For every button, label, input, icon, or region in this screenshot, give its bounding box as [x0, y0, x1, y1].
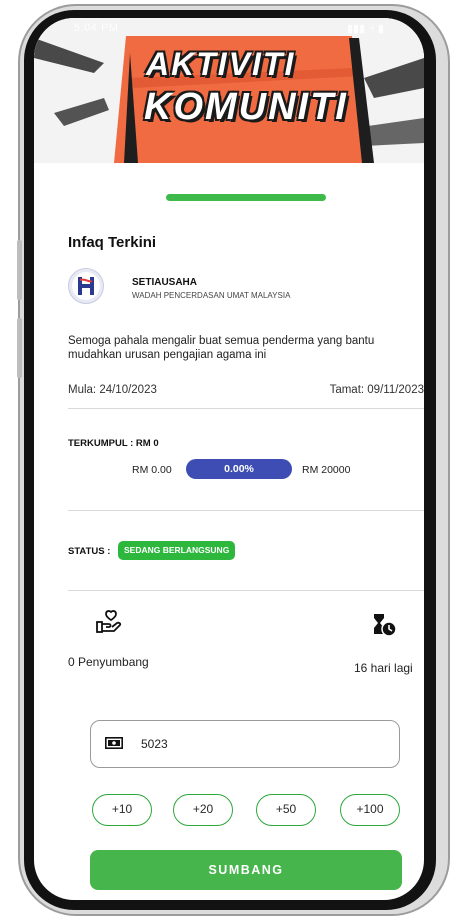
donation-hand-icon	[96, 610, 122, 633]
campaign-description: Semoga pahala mengalir buat semua pender…	[68, 335, 375, 361]
quick-amount-50-button[interactable]: +50	[256, 794, 316, 826]
donor-count: 0 Penyumbang	[68, 655, 149, 669]
target-amount: RM 20000	[302, 464, 351, 476]
banner: AKTIVITI KOMUNITI 5:04 PM ▮▮▮ ◔ ▮	[34, 18, 424, 163]
divider	[68, 510, 424, 511]
status-bar: 5:04 PM ▮▮▮ ◔ ▮	[34, 18, 424, 40]
amount-input[interactable]	[141, 733, 381, 755]
start-date: Mula: 24/10/2023	[68, 384, 157, 396]
status-badge: SEDANG BERLANGSUNG	[118, 541, 236, 560]
volume-up-button	[17, 240, 22, 300]
sheet-drag-handle[interactable]	[166, 194, 326, 201]
organization-logo-icon	[72, 272, 100, 300]
organization-name: SETIAUSAHA	[132, 277, 198, 288]
status-label: STATUS :	[68, 546, 111, 557]
donate-button[interactable]: SUMBANG	[90, 850, 402, 890]
days-remaining: 16 hari lagi	[354, 661, 413, 675]
app-screen: AKTIVITI KOMUNITI 5:04 PM ▮▮▮ ◔ ▮ Infaq …	[34, 18, 424, 900]
collected-amount: RM 0.00	[132, 464, 172, 476]
quick-amount-10-button[interactable]: +10	[92, 794, 152, 826]
divider	[68, 408, 424, 409]
collected-label: TERKUMPUL : RM 0	[68, 438, 159, 449]
hourglass-timer-icon	[374, 614, 397, 637]
volume-down-button	[17, 318, 22, 378]
divider	[68, 590, 424, 591]
quick-amount-100-button[interactable]: +100	[340, 794, 400, 826]
progress-bar: 0.00%	[186, 459, 292, 479]
organization-logo	[68, 268, 104, 304]
quick-amount-20-button[interactable]: +20	[173, 794, 233, 826]
amount-field[interactable]	[90, 720, 400, 768]
cash-icon	[105, 737, 123, 749]
status-icons: ▮▮▮ ◔ ▮	[347, 23, 384, 35]
end-date: Tamat: 09/11/2023	[329, 384, 424, 396]
section-title: Infaq Terkini	[68, 234, 157, 251]
status-time: 5:04 PM	[74, 22, 119, 34]
banner-title-line2: KOMUNITI	[144, 86, 348, 128]
organization-subtitle: WADAH PENCERDASAN UMAT MALAYSIA	[132, 291, 291, 300]
banner-title-line1: AKTIVITI	[146, 46, 296, 82]
